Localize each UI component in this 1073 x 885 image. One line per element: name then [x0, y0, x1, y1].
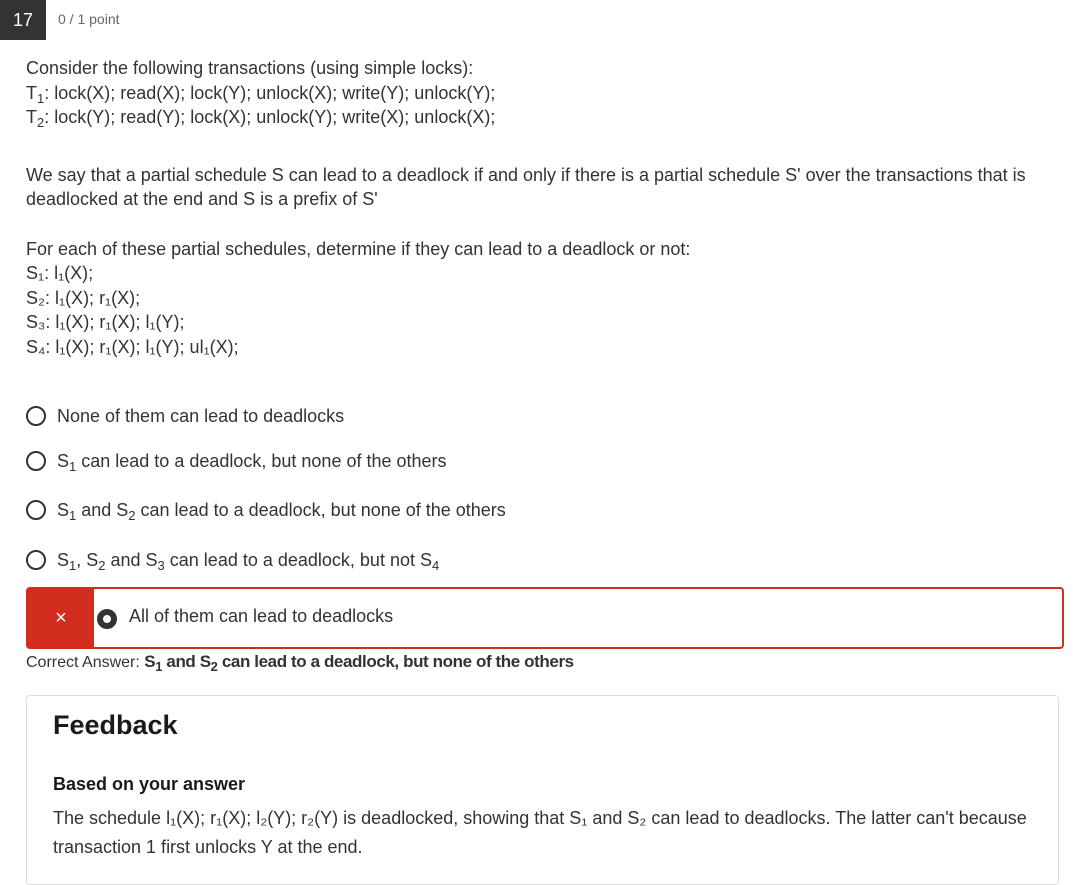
radio-icon[interactable]: [26, 406, 46, 426]
o4-b-sub: 2: [98, 557, 106, 573]
incorrect-icon: ×: [28, 589, 94, 647]
points-label: 0 / 1 point: [58, 11, 120, 27]
selected-option-label: All of them can lead to deadlocks: [129, 606, 394, 626]
feedback-title: Feedback: [53, 710, 178, 740]
question-number: 17: [0, 0, 46, 40]
o4-d-sub: 4: [431, 557, 440, 573]
schedule-s1: S₁: l₁(X);: [26, 263, 94, 283]
o4-rest: can lead to a deadlock, but not S: [164, 549, 432, 570]
correct-answer: Correct Answer: S1 and S2 can lead to a …: [26, 652, 574, 674]
question-body: Consider the following transactions (usi…: [26, 56, 1046, 359]
transaction-t1: T1: lock(X); read(X); lock(Y); unlock(X)…: [26, 81, 1046, 106]
schedule-s2: S₂: l₁(X); r₁(X);: [26, 287, 141, 308]
prompt-text: For each of these partial schedules, det…: [26, 238, 691, 259]
t1-label: T: [26, 82, 37, 103]
o4-and: and S: [105, 549, 158, 570]
radio-icon[interactable]: [26, 500, 46, 520]
radio-icon[interactable]: [26, 550, 46, 570]
o3-b-sub: 2: [128, 507, 136, 523]
o2-s: S: [57, 450, 70, 471]
o3-a: S: [57, 499, 70, 520]
option-s1[interactable]: S1 can lead to a deadlock, but none of t…: [26, 446, 447, 476]
o4-c-sub: 3: [157, 557, 165, 573]
intro-text: Consider the following transactions (usi…: [26, 58, 474, 78]
option-none[interactable]: None of them can lead to deadlocks: [26, 401, 344, 431]
option-all-selected[interactable]: × All of them can lead to deadlocks: [26, 587, 1064, 649]
o4-comma: , S: [76, 549, 99, 570]
t1-ops: : lock(X); read(X); lock(Y); unlock(X); …: [44, 82, 496, 103]
t2-ops: : lock(Y); read(Y); lock(X); unlock(Y); …: [44, 107, 496, 127]
option-s1-s2-s3[interactable]: S1, S2 and S3 can lead to a deadlock, bu…: [26, 545, 439, 575]
t2-label: T: [26, 107, 37, 127]
schedule-s3: S₃: l₁(X); r₁(X); l₁(Y);: [26, 312, 185, 332]
correct-mid: and S: [162, 652, 211, 671]
feedback-panel: Feedback Based on your answer The schedu…: [26, 695, 1059, 885]
correct-a: S: [144, 652, 156, 671]
definition-text: We say that a partial schedule S can lea…: [26, 164, 1026, 209]
option-label: S1, S2 and S3 can lead to a deadlock, bu…: [57, 549, 440, 573]
o2-rest: can lead to a deadlock, but none of the …: [76, 450, 447, 471]
schedule-s4: S₄: l₁(X); r₁(X); l₁(Y); ul₁(X);: [26, 336, 239, 357]
radio-selected-icon[interactable]: [97, 609, 117, 629]
correct-value: S1 and S2 can lead to a deadlock, but no…: [144, 652, 574, 674]
option-label: None of them can lead to deadlocks: [57, 405, 345, 426]
correct-label: Correct Answer:: [26, 654, 145, 671]
feedback-body: The schedule l₁(X); r₁(X); l₂(Y); r₂(Y) …: [53, 808, 1027, 857]
option-label: S1 can lead to a deadlock, but none of t…: [57, 450, 447, 473]
option-label: S1 and S2 can lead to a deadlock, but no…: [57, 499, 506, 523]
correct-b-sub: 2: [210, 659, 218, 674]
transaction-t2: T2: lock(Y); read(Y); lock(X); unlock(Y)…: [26, 105, 1046, 130]
correct-rest: can lead to a deadlock, but none of the …: [217, 652, 574, 671]
question-number-text: 17: [12, 9, 34, 30]
o4-a: S: [57, 549, 70, 570]
o3-mid: and S: [76, 499, 129, 520]
o3-rest: can lead to a deadlock, but none of the …: [135, 499, 506, 520]
radio-icon[interactable]: [26, 451, 46, 471]
feedback-subtitle: Based on your answer: [53, 774, 246, 794]
option-s1-s2[interactable]: S1 and S2 can lead to a deadlock, but no…: [26, 495, 506, 525]
